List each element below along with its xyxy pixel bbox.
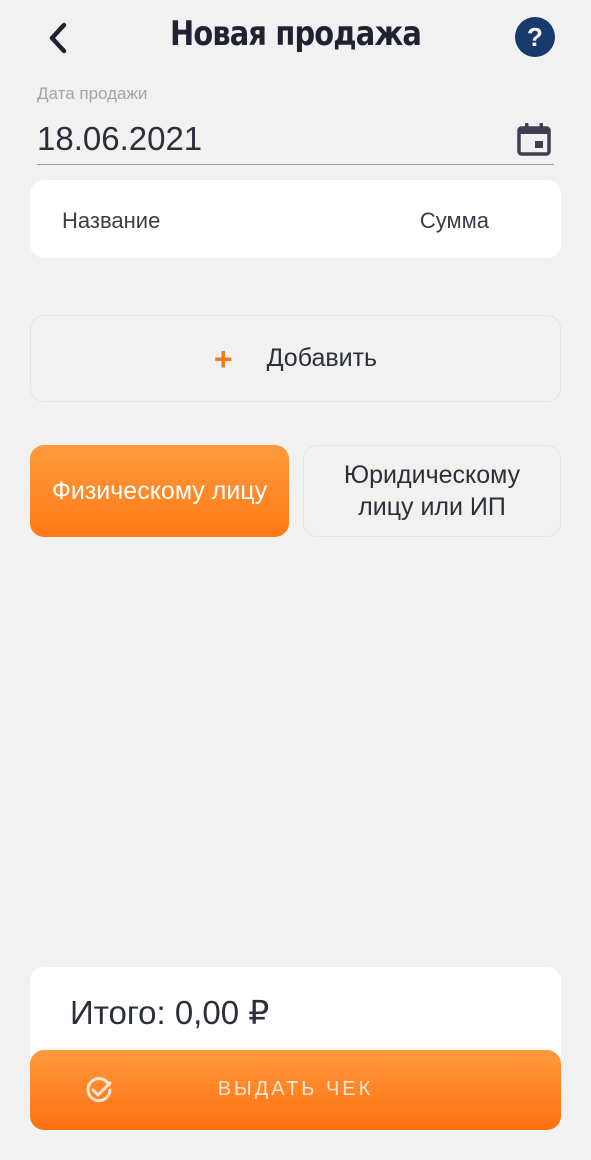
column-header-sum: Сумма [419,208,489,233]
date-field-input[interactable]: 18.06.2021 [37,120,202,158]
add-item-label: Добавить [266,344,378,372]
calendar-button[interactable] [515,120,553,158]
date-field-underline [37,164,554,165]
total-amount: Итого: 0,00 ₽ [70,994,270,1031]
add-item-button[interactable]: + Добавить [30,315,561,402]
items-table-header: Название Сумма [30,180,561,258]
buyer-type-individual[interactable]: Физическому лицу [30,445,289,537]
buyer-type-legal-entity[interactable]: Юридическому лицу или ИП [303,445,561,537]
help-button[interactable]: ? [515,17,555,57]
column-header-name: Название [62,208,161,233]
header: Новая продажа ? [0,0,591,80]
date-field-label: Дата продажи [37,84,148,103]
issue-receipt-label: ВЫДАТЬ ЧЕК [217,1078,374,1100]
new-sale-screen: Новая продажа ? Дата продажи 18.06.2021 … [0,0,591,1160]
page-title: Новая продажа [169,14,422,54]
calendar-icon [517,123,551,156]
plus-icon: + [213,340,233,377]
issue-receipt-button[interactable]: ВЫДАТЬ ЧЕК [30,1050,561,1130]
question-circle-icon: ? [527,21,543,52]
